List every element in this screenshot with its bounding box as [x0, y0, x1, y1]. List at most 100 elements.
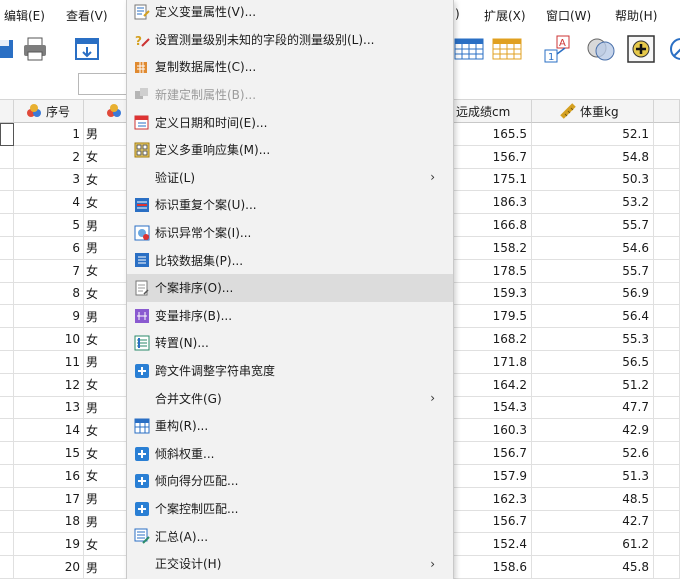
- menu-item-0[interactable]: 定义变量属性(V)...: [127, 0, 453, 26]
- save-icon[interactable]: [0, 32, 20, 66]
- weight-cell[interactable]: 53.2: [532, 191, 654, 215]
- row-gutter-cell[interactable]: [0, 191, 14, 215]
- menu-extensions[interactable]: 扩展(X): [484, 7, 526, 24]
- long-jump-cell[interactable]: 171.8: [454, 351, 532, 374]
- long-jump-cell[interactable]: 158.2: [454, 237, 532, 260]
- long-jump-cell[interactable]: 154.3: [454, 396, 532, 420]
- gender-cell[interactable]: 女: [84, 145, 128, 169]
- long-jump-cell[interactable]: 157.9: [454, 465, 532, 488]
- gender-cell[interactable]: 女: [84, 442, 128, 465]
- menu-item-16[interactable]: 倾斜权重...: [127, 440, 453, 468]
- empty-cell[interactable]: [654, 328, 680, 351]
- weight-cell[interactable]: 52.6: [532, 442, 654, 465]
- empty-cell[interactable]: [654, 145, 680, 169]
- case-number-cell[interactable]: 12: [14, 373, 84, 397]
- weight-cell[interactable]: 54.6: [532, 237, 654, 260]
- menu-item-20[interactable]: 正交设计(H) ›: [127, 550, 453, 578]
- empty-cell[interactable]: [654, 351, 680, 374]
- weight-cell[interactable]: 55.7: [532, 214, 654, 237]
- long-jump-cell[interactable]: 186.3: [454, 191, 532, 215]
- menu-help[interactable]: 帮助(H): [615, 7, 657, 24]
- print-icon[interactable]: [18, 32, 52, 66]
- weight-cell[interactable]: 56.9: [532, 282, 654, 306]
- case-number-cell[interactable]: 4: [14, 191, 84, 215]
- row-gutter-cell[interactable]: [0, 123, 14, 146]
- empty-cell[interactable]: [654, 487, 680, 511]
- weight-cell[interactable]: 56.5: [532, 351, 654, 374]
- empty-cell[interactable]: [654, 396, 680, 420]
- long-jump-cell[interactable]: 162.3: [454, 487, 532, 511]
- weight-cell[interactable]: 42.7: [532, 510, 654, 534]
- menu-item-11[interactable]: 变量排序(B)...: [127, 302, 453, 330]
- gender-cell[interactable]: 男: [84, 123, 128, 146]
- weight-cell[interactable]: 55.7: [532, 259, 654, 283]
- weight-cell[interactable]: 55.3: [532, 328, 654, 351]
- menu-item-15[interactable]: 重构(R)...: [127, 412, 453, 440]
- column-header-gender[interactable]: [84, 100, 128, 123]
- row-gutter-cell[interactable]: [0, 533, 14, 557]
- long-jump-cell[interactable]: 175.1: [454, 168, 532, 192]
- row-gutter-cell[interactable]: [0, 145, 14, 169]
- long-jump-cell[interactable]: 156.7: [454, 442, 532, 465]
- long-jump-cell[interactable]: 159.3: [454, 282, 532, 306]
- gender-cell[interactable]: 女: [84, 328, 128, 351]
- long-jump-cell[interactable]: 160.3: [454, 419, 532, 443]
- case-number-cell[interactable]: 15: [14, 442, 84, 465]
- gender-cell[interactable]: 女: [84, 259, 128, 283]
- gender-cell[interactable]: 男: [84, 237, 128, 260]
- row-gutter-cell[interactable]: [0, 419, 14, 443]
- row-gutter-cell[interactable]: [0, 168, 14, 192]
- row-gutter-cell[interactable]: [0, 259, 14, 283]
- weight-cell[interactable]: 52.1: [532, 123, 654, 146]
- gender-cell[interactable]: 男: [84, 396, 128, 420]
- empty-cell[interactable]: [654, 442, 680, 465]
- long-jump-cell[interactable]: 156.7: [454, 510, 532, 534]
- circle-icon[interactable]: [664, 32, 680, 66]
- empty-cell[interactable]: [654, 282, 680, 306]
- value-labels-icon[interactable]: A1: [541, 32, 575, 66]
- long-jump-cell[interactable]: 166.8: [454, 214, 532, 237]
- empty-cell[interactable]: [654, 373, 680, 397]
- row-gutter-cell[interactable]: [0, 510, 14, 534]
- case-number-cell[interactable]: 8: [14, 282, 84, 306]
- menu-item-6[interactable]: 验证(L) ›: [127, 164, 453, 192]
- long-jump-cell[interactable]: 165.5: [454, 123, 532, 146]
- menu-item-13[interactable]: 跨文件调整字符串宽度: [127, 357, 453, 385]
- weight-cell[interactable]: 48.5: [532, 487, 654, 511]
- case-number-cell[interactable]: 9: [14, 305, 84, 329]
- case-number-cell[interactable]: 3: [14, 168, 84, 192]
- case-number-cell[interactable]: 1: [14, 123, 84, 146]
- gender-cell[interactable]: 女: [84, 419, 128, 443]
- column-header-empty[interactable]: [654, 100, 680, 123]
- row-gutter-cell[interactable]: [0, 396, 14, 420]
- case-number-cell[interactable]: 14: [14, 419, 84, 443]
- row-gutter-cell[interactable]: [0, 351, 14, 374]
- weight-cell[interactable]: 45.8: [532, 556, 654, 579]
- row-gutter-cell[interactable]: [0, 487, 14, 511]
- row-gutter-cell[interactable]: [0, 282, 14, 306]
- long-jump-cell[interactable]: 152.4: [454, 533, 532, 557]
- case-number-cell[interactable]: 11: [14, 351, 84, 374]
- row-gutter-cell[interactable]: [0, 305, 14, 329]
- case-number-cell[interactable]: 6: [14, 237, 84, 260]
- long-jump-cell[interactable]: 168.2: [454, 328, 532, 351]
- long-jump-cell[interactable]: 179.5: [454, 305, 532, 329]
- menu-item-14[interactable]: 合并文件(G) ›: [127, 384, 453, 412]
- recall-dialog-icon[interactable]: [70, 32, 104, 66]
- menu-item-7[interactable]: 标识重复个案(U)...: [127, 191, 453, 219]
- gender-cell[interactable]: 男: [84, 510, 128, 534]
- empty-cell[interactable]: [654, 305, 680, 329]
- gender-cell[interactable]: 男: [84, 305, 128, 329]
- column-header-seq[interactable]: 序号: [14, 100, 84, 123]
- menu-fragment[interactable]: ): [455, 7, 460, 21]
- gender-cell[interactable]: 女: [84, 465, 128, 488]
- weight-cell[interactable]: 42.9: [532, 419, 654, 443]
- row-gutter-cell[interactable]: [0, 556, 14, 579]
- menu-item-18[interactable]: 个案控制匹配...: [127, 495, 453, 523]
- menu-edit[interactable]: 编辑(E): [4, 7, 45, 24]
- column-header-weight[interactable]: 体重kg: [532, 100, 654, 123]
- row-gutter-cell[interactable]: [0, 237, 14, 260]
- menu-item-5[interactable]: 定义多重响应集(M)...: [127, 136, 453, 164]
- gender-cell[interactable]: 女: [84, 282, 128, 306]
- empty-cell[interactable]: [654, 419, 680, 443]
